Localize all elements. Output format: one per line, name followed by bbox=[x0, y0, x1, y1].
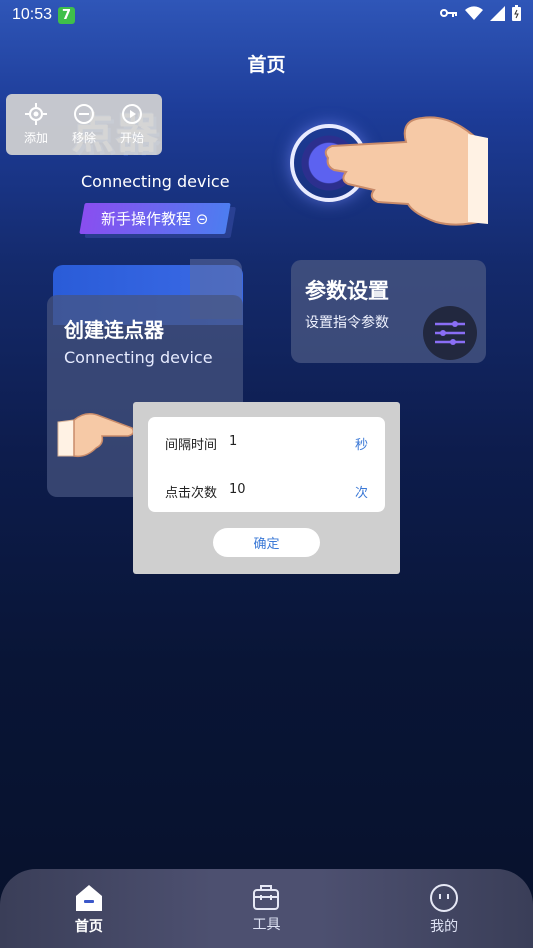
remove-label: 移除 bbox=[71, 131, 96, 145]
crosshair-icon bbox=[24, 103, 47, 125]
parameter-dialog: 间隔时间 1 秒 点击次数 10 次 确定 bbox=[133, 402, 400, 574]
interval-row: 间隔时间 1 秒 bbox=[148, 419, 385, 465]
key-icon bbox=[440, 9, 457, 17]
small-hand-icon bbox=[57, 413, 135, 458]
confirm-button[interactable]: 确定 bbox=[213, 528, 320, 557]
start-button[interactable]: 开始 bbox=[120, 103, 144, 146]
status-bar: 10:53 7 bbox=[0, 0, 533, 30]
nav-tools-label: 工具 bbox=[252, 917, 281, 933]
signal-icon bbox=[490, 5, 505, 21]
add-label: 添加 bbox=[23, 131, 48, 145]
click-count-unit: 次 bbox=[354, 486, 368, 501]
add-button[interactable]: 添加 bbox=[24, 103, 48, 146]
params-card-subtitle: 设置指令参数 bbox=[305, 315, 389, 331]
floating-toolbar: 添加 移除 开始 bbox=[6, 94, 162, 155]
click-count-input[interactable]: 10 bbox=[229, 482, 246, 497]
remove-button[interactable]: 移除 bbox=[72, 103, 96, 146]
notification-badge: 7 bbox=[58, 6, 76, 24]
status-time: 10:53 bbox=[12, 6, 53, 23]
dialog-panel: 间隔时间 1 秒 点击次数 10 次 bbox=[148, 417, 385, 512]
nav-tools[interactable]: 工具 bbox=[211, 869, 321, 948]
interval-label: 间隔时间 bbox=[165, 438, 218, 453]
interval-unit: 秒 bbox=[354, 438, 368, 453]
tutorial-button[interactable]: 新手操作教程 ⊝ bbox=[79, 203, 231, 234]
click-count-row: 点击次数 10 次 bbox=[148, 467, 385, 513]
profile-icon bbox=[430, 884, 459, 912]
tutorial-label: 新手操作教程 ⊝ bbox=[101, 210, 209, 228]
start-label: 开始 bbox=[119, 131, 144, 145]
status-icons bbox=[440, 5, 521, 21]
pointing-hand-icon bbox=[324, 116, 488, 226]
minus-circle-icon bbox=[73, 104, 94, 124]
sliders-icon bbox=[423, 306, 477, 360]
nav-profile-label: 我的 bbox=[430, 919, 459, 935]
play-circle-icon bbox=[121, 104, 142, 124]
params-card-title: 参数设置 bbox=[305, 279, 389, 303]
nav-home[interactable]: 首页 bbox=[34, 869, 144, 948]
wifi-icon bbox=[465, 5, 483, 20]
bottom-nav: 首页 工具 我的 bbox=[0, 869, 533, 948]
page-title: 首页 bbox=[247, 54, 286, 76]
create-card-title: 创建连点器 bbox=[64, 318, 164, 342]
toolbox-icon bbox=[253, 885, 280, 910]
hero-subtitle: Connecting device bbox=[81, 172, 230, 191]
home-icon bbox=[75, 885, 102, 911]
battery-icon bbox=[512, 5, 521, 21]
click-count-label: 点击次数 bbox=[165, 486, 218, 501]
create-card-subtitle: Connecting device bbox=[64, 348, 213, 367]
nav-home-label: 首页 bbox=[74, 919, 103, 935]
nav-profile[interactable]: 我的 bbox=[389, 869, 499, 948]
interval-input[interactable]: 1 bbox=[229, 434, 237, 449]
